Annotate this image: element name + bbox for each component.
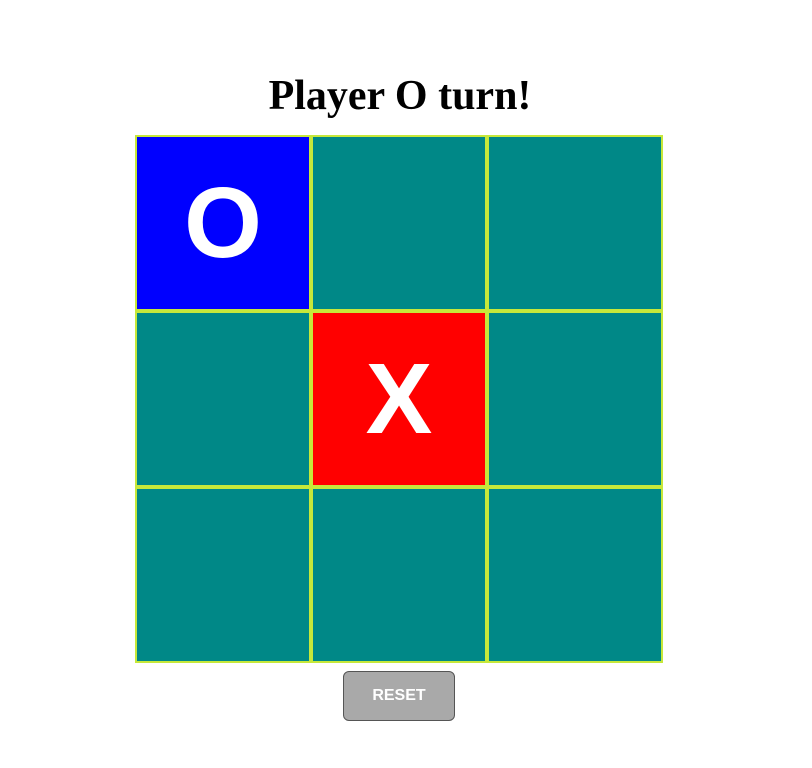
turn-status: Player O turn! <box>268 73 532 119</box>
game-board: O X <box>135 135 663 663</box>
board-cell-7[interactable] <box>135 487 311 663</box>
board-cell-5[interactable]: X <box>311 311 487 487</box>
board-cell-1[interactable]: O <box>135 135 311 311</box>
board-cell-6[interactable] <box>487 311 663 487</box>
board-cell-3[interactable] <box>487 135 663 311</box>
game-page: Player O turn! O X RESET <box>0 0 812 768</box>
board-cell-8[interactable] <box>311 487 487 663</box>
board-cell-4[interactable] <box>135 311 311 487</box>
board-cell-9[interactable] <box>487 487 663 663</box>
board-cell-2[interactable] <box>311 135 487 311</box>
reset-button[interactable]: RESET <box>343 671 455 721</box>
